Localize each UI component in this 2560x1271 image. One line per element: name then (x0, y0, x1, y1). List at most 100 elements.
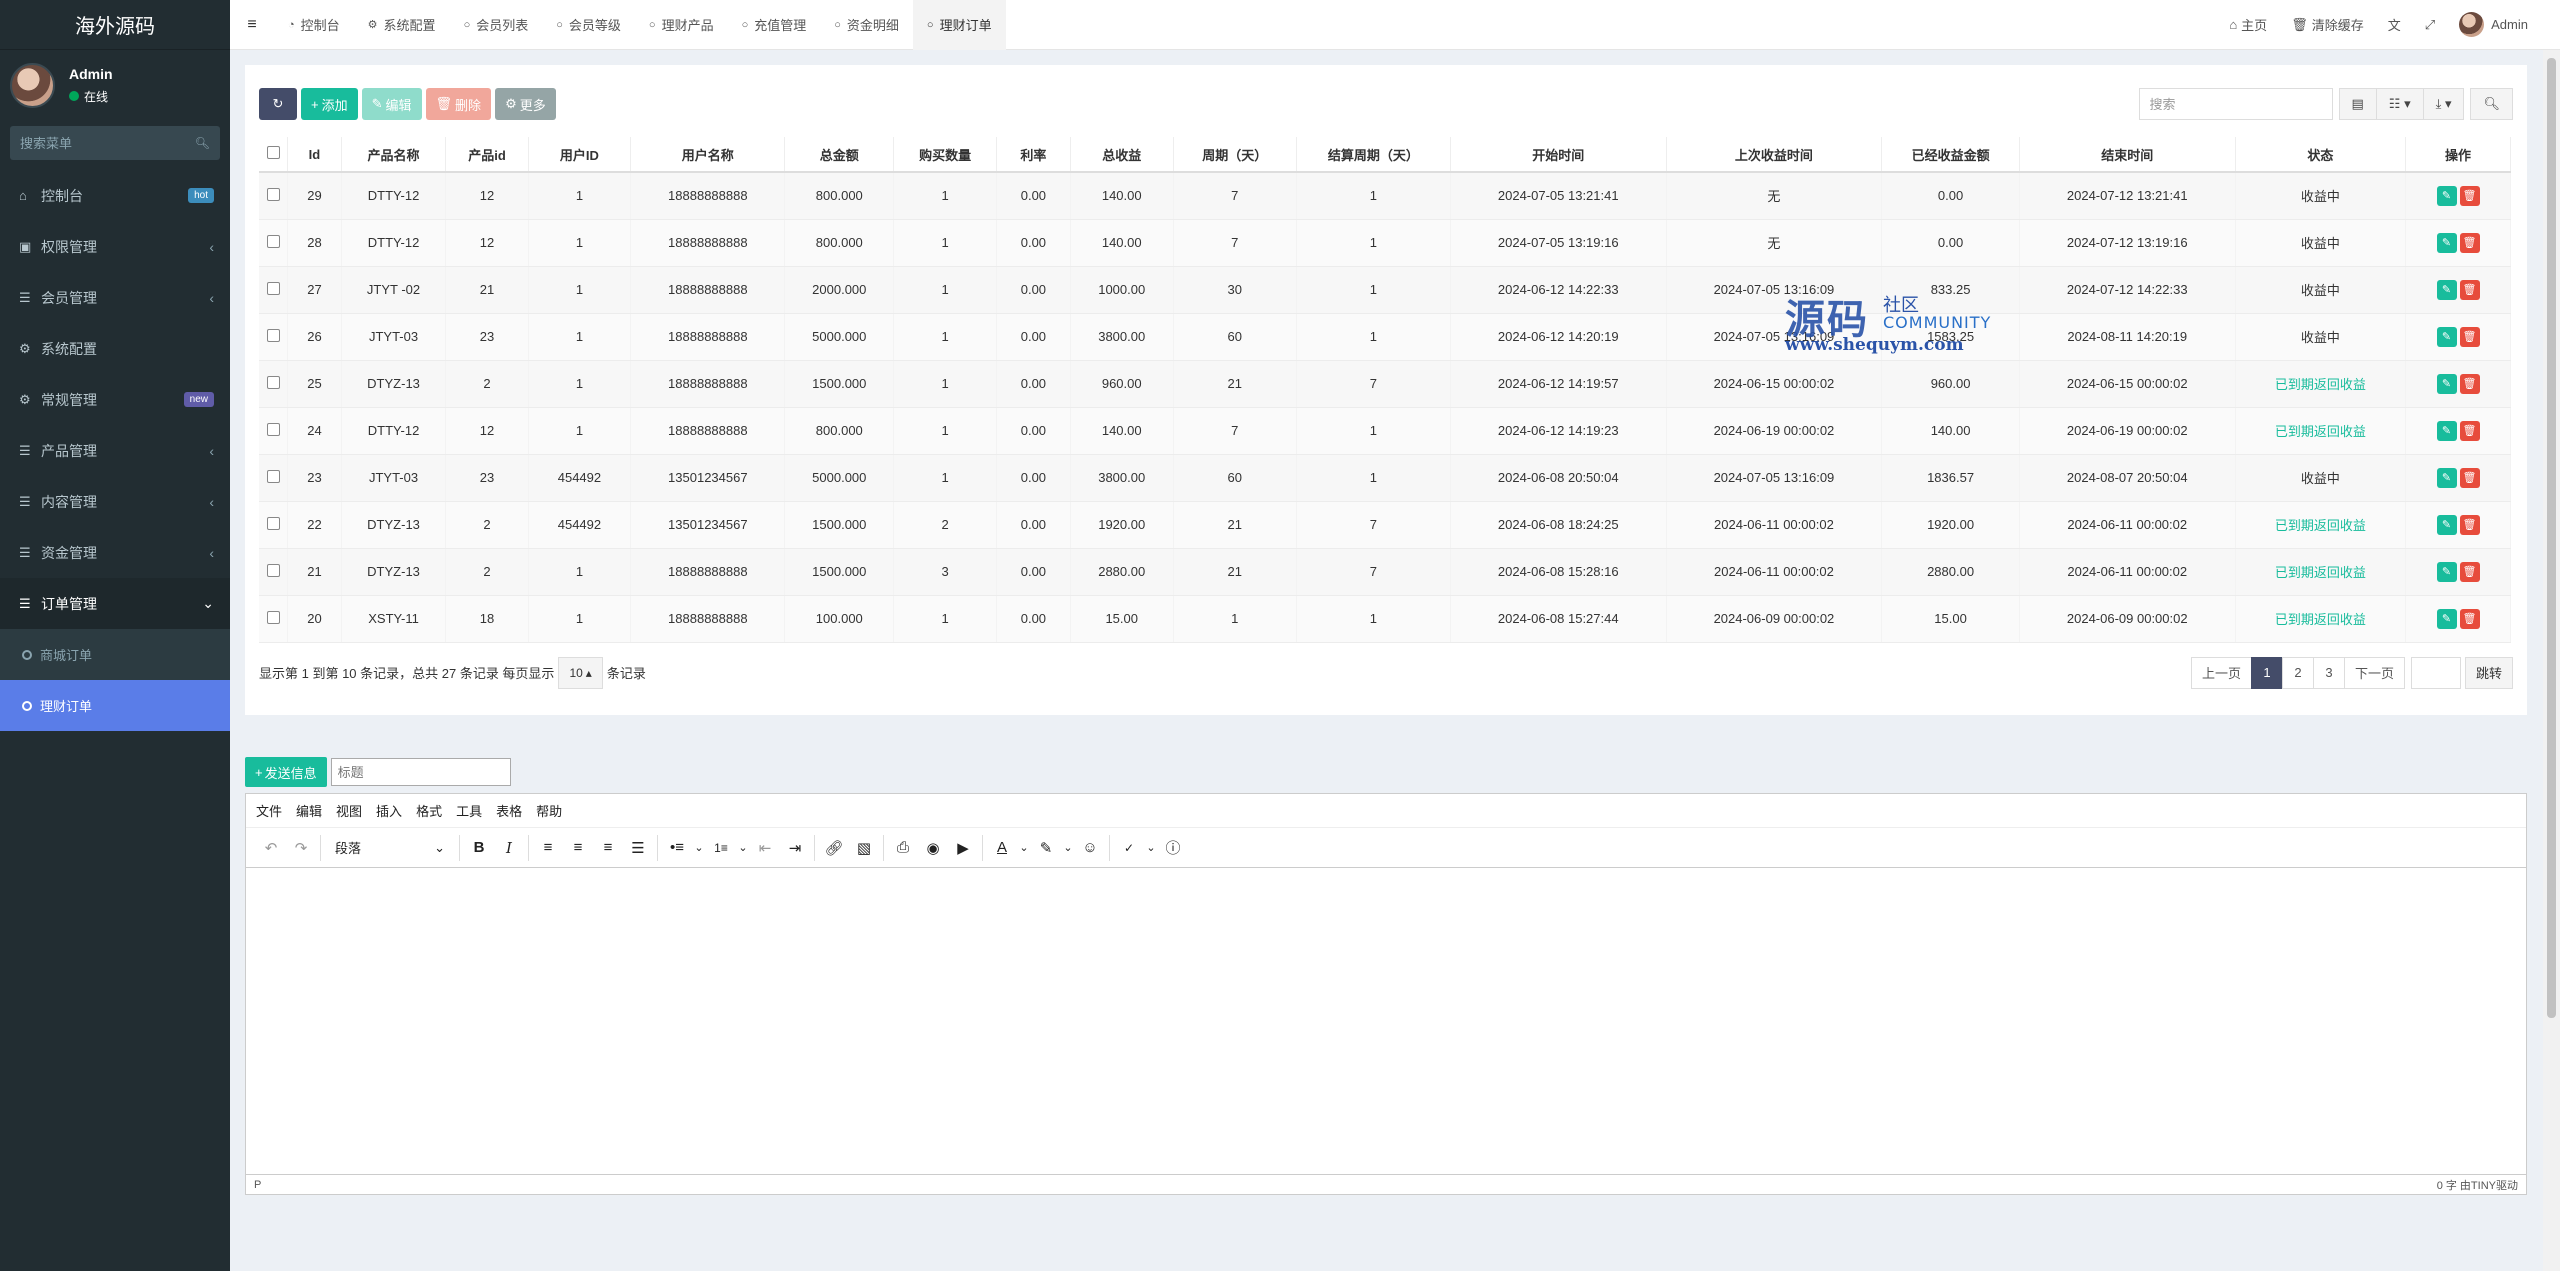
sidebar-item-general[interactable]: ⚙ 常规管理 new (0, 374, 230, 425)
send-message-button[interactable]: + 发送信息 (245, 757, 327, 787)
refresh-button[interactable]: ↻ (259, 88, 297, 120)
row-delete-button[interactable]: 🗑︎ (2459, 373, 2480, 394)
align-right-icon[interactable]: ≡ (593, 833, 623, 863)
tab-member-level[interactable]: ○ 会员等级 (542, 0, 635, 50)
row-edit-button[interactable]: ✎ (2436, 467, 2457, 488)
toggle-view-button[interactable]: ▤ (2338, 88, 2377, 120)
highlight-icon[interactable]: ✎ (1031, 833, 1061, 863)
menu-toggle-icon[interactable]: ≡ (230, 16, 274, 34)
row-checkbox[interactable] (266, 281, 280, 295)
spellcheck-icon[interactable]: ✓ (1114, 833, 1144, 863)
col-period[interactable]: 周期（天） (1173, 137, 1297, 173)
menu-tools[interactable]: 工具 (456, 801, 482, 820)
page-size-select[interactable]: 10 ▴ (558, 656, 603, 689)
row-delete-button[interactable]: 🗑︎ (2459, 185, 2480, 206)
text-color-icon[interactable]: A (987, 833, 1017, 863)
bold-icon[interactable]: B (464, 833, 494, 863)
page-1-button[interactable]: 1 (2250, 656, 2283, 689)
next-page-button[interactable]: 下一页 (2343, 656, 2405, 689)
col-status[interactable]: 状态 (2235, 137, 2407, 173)
bullet-list-icon[interactable]: •≡ (662, 833, 692, 863)
add-button[interactable]: + 添加 (301, 88, 358, 120)
home-link[interactable]: ⌂ 主页 (2217, 15, 2279, 34)
row-edit-button[interactable]: ✎ (2436, 420, 2457, 441)
row-delete-button[interactable]: 🗑︎ (2459, 326, 2480, 347)
row-checkbox[interactable] (266, 234, 280, 248)
columns-button[interactable]: ☷ ▾ (2376, 88, 2424, 120)
row-edit-button[interactable]: ✎ (2436, 608, 2457, 629)
col-rate[interactable]: 利率 (996, 137, 1071, 173)
col-start-time[interactable]: 开始时间 (1450, 137, 1667, 173)
page-2-button[interactable]: 2 (2281, 656, 2314, 689)
link-icon[interactable]: 🔗︎ (819, 833, 849, 863)
search-icon[interactable]: 🔍︎ (195, 136, 210, 150)
preview-icon[interactable]: ◉ (918, 833, 948, 863)
align-center-icon[interactable]: ≡ (563, 833, 593, 863)
col-product-id[interactable]: 产品id (445, 137, 529, 173)
tab-recharge[interactable]: ○ 充值管理 (728, 0, 821, 50)
sidebar-item-funds[interactable]: ☰ 资金管理 ‹ (0, 527, 230, 578)
sidebar-item-members[interactable]: ☰ 会员管理 ‹ (0, 272, 230, 323)
redo-icon[interactable]: ↷ (286, 833, 316, 863)
select-all-checkbox[interactable] (266, 146, 280, 159)
goto-page-input[interactable] (2410, 656, 2461, 689)
table-row[interactable]: 23 JTYT-03 23 454492 13501234567 5000.000 1 0.0… (259, 454, 2511, 502)
sidebar-item-orders[interactable]: ☰ 订单管理 ⌄ (0, 578, 230, 629)
tab-finance-products[interactable]: ○ 理财产品 (635, 0, 728, 50)
align-justify-icon[interactable]: ☰ (623, 833, 653, 863)
chevron-down-icon[interactable]: ⌄ (692, 833, 706, 863)
row-checkbox[interactable] (266, 469, 280, 483)
col-earned-amount[interactable]: 已经收益金额 (1881, 137, 2020, 173)
print-icon[interactable]: ⎙ (888, 833, 918, 863)
menu-help[interactable]: 帮助 (536, 801, 562, 820)
col-total-income[interactable]: 总收益 (1070, 137, 1174, 173)
row-checkbox[interactable] (266, 516, 280, 530)
image-icon[interactable]: ▧ (849, 833, 879, 863)
tab-finance-orders[interactable]: ○ 理财订单 (912, 0, 1006, 50)
language-icon[interactable]: 文 (2376, 15, 2413, 34)
sidebar-item-shop-orders[interactable]: 商城订单 (0, 629, 230, 680)
goto-page-button[interactable]: 跳转 (2464, 656, 2513, 689)
emoticons-icon[interactable]: ☺ (1075, 833, 1105, 863)
indent-icon[interactable]: ⇥ (780, 833, 810, 863)
col-end-time[interactable]: 结束时间 (2019, 137, 2236, 173)
title-input[interactable] (330, 758, 511, 786)
chevron-down-icon[interactable]: ⌄ (1144, 833, 1158, 863)
row-edit-button[interactable]: ✎ (2436, 561, 2457, 582)
row-checkbox[interactable] (266, 422, 280, 436)
help-icon[interactable]: ⓘ (1158, 833, 1188, 863)
edit-button[interactable]: ✎ 编辑 (361, 88, 422, 120)
row-checkbox[interactable] (266, 563, 280, 577)
col-last-income-time[interactable]: 上次收益时间 (1666, 137, 1883, 173)
more-button[interactable]: ⚙ 更多 (495, 88, 556, 120)
table-row[interactable]: 25 DTYZ-13 2 1 18888888888 1500.000 1 0.00 960.0… (259, 360, 2511, 408)
page-3-button[interactable]: 3 (2312, 656, 2345, 689)
col-user-name[interactable]: 用户名称 (630, 137, 786, 173)
chevron-down-icon[interactable]: ⌄ (736, 833, 750, 863)
tab-dashboard[interactable]: ◔ 控制台 (274, 0, 354, 50)
col-settlement-period[interactable]: 结算周期（天） (1296, 137, 1451, 173)
sidebar-item-system-config[interactable]: ⚙ 系统配置 (0, 323, 230, 374)
menu-format[interactable]: 格式 (416, 801, 442, 820)
fullscreen-icon[interactable]: ⤢ (2413, 17, 2447, 33)
numbered-list-icon[interactable]: 1≡ (706, 833, 736, 863)
clear-cache-link[interactable]: 🗑︎ 清除缓存 (2279, 15, 2376, 34)
table-row[interactable]: 20 XSTY-11 18 1 18888888888 100.000 1 0.00 15.00… (259, 595, 2511, 643)
app-logo[interactable]: 海外源码 (0, 0, 230, 50)
admin-menu[interactable]: Admin (2447, 12, 2540, 37)
menu-file[interactable]: 文件 (256, 801, 282, 820)
sidebar-item-finance-orders[interactable]: 理财订单 (0, 680, 230, 731)
tab-fund-details[interactable]: ○ 资金明细 (820, 0, 913, 50)
row-delete-button[interactable]: 🗑︎ (2459, 279, 2480, 300)
italic-icon[interactable]: I (494, 833, 524, 863)
menu-view[interactable]: 视图 (336, 801, 362, 820)
delete-button[interactable]: 🗑︎ 删除 (425, 88, 492, 120)
chevron-down-icon[interactable]: ⌄ (1017, 833, 1031, 863)
menu-search-input[interactable] (20, 135, 170, 151)
table-row[interactable]: 22 DTYZ-13 2 454492 13501234567 1500.000 2 0.00… (259, 501, 2511, 549)
col-user-id[interactable]: 用户ID (528, 137, 632, 173)
tab-system-config[interactable]: ⚙ 系统配置 (354, 0, 450, 50)
col-total-amount[interactable]: 总金额 (784, 137, 895, 173)
table-search-input[interactable] (2138, 88, 2333, 120)
row-delete-button[interactable]: 🗑︎ (2459, 608, 2480, 629)
